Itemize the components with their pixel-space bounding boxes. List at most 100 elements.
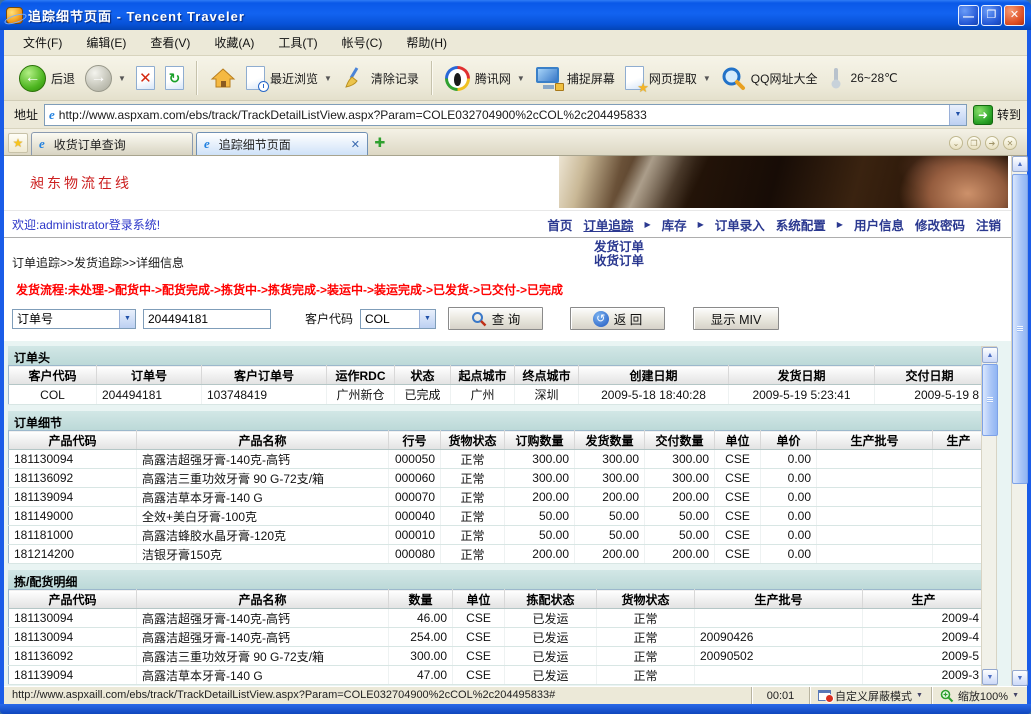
nav-home[interactable]: 首页 — [547, 215, 572, 234]
cell: 50.00 — [575, 507, 645, 526]
cell — [817, 469, 933, 488]
tab-receive-order-query[interactable]: e 收货订单查询 — [31, 132, 193, 155]
chevron-down-icon: ▼ — [1012, 692, 1019, 699]
app-logo-icon — [6, 7, 23, 24]
table-row: 181136092高露洁三重功效牙膏 90 G-72支/箱000060正常300… — [9, 469, 985, 488]
capture-screen-button[interactable]: 捕捉屏幕 — [530, 65, 620, 92]
cell: 181130094 — [9, 628, 137, 647]
query-button[interactable]: 查 询 — [448, 307, 543, 330]
menu-account[interactable]: 帐号(C) — [331, 31, 394, 54]
refresh-icon: ↻ — [165, 66, 184, 90]
nav-logout[interactable]: 注销 — [976, 215, 1001, 234]
cell: 0.00 — [761, 545, 817, 564]
chevron-down-icon: ▼ — [119, 310, 135, 328]
order-field-select[interactable]: 订单号 ▼ — [12, 309, 136, 329]
table-row: 181139094高露洁草本牙膏-140 G000070正常200.00200.… — [9, 488, 985, 507]
zoom-label: 缩放100% — [958, 688, 1008, 704]
cell: 300.00 — [645, 469, 715, 488]
qq-sites-button[interactable]: QQ网址大全 — [716, 64, 823, 93]
cell — [933, 469, 985, 488]
cell: CSE — [715, 545, 761, 564]
column-header: 行号 — [389, 431, 441, 450]
cell: 正常 — [441, 545, 505, 564]
address-dropdown-button[interactable]: ▼ — [949, 105, 966, 125]
tab-close-icon[interactable]: ✕ — [351, 138, 360, 151]
block-mode-control[interactable]: 自定义屏蔽模式 ▼ — [809, 687, 931, 704]
menu-tools[interactable]: 工具(T) — [267, 31, 328, 54]
menu-view[interactable]: 查看(V) — [139, 31, 201, 54]
subnav-shipping-orders[interactable]: 发货订单 — [594, 240, 644, 254]
new-tab-button[interactable]: ✚ — [371, 134, 389, 152]
cell — [933, 488, 985, 507]
stop-button[interactable]: ✕ — [131, 64, 160, 92]
search-toolbar: 订单号 ▼ 客户代码 COL ▼ 查 询 ↺ 返 回 — [4, 296, 1011, 341]
close-button[interactable]: ✕ — [1004, 5, 1025, 26]
cell — [933, 545, 985, 564]
favorites-button[interactable]: ★ — [8, 133, 28, 153]
cell: 300.00 — [389, 647, 453, 666]
address-input[interactable]: e http://www.aspxam.com/ebs/track/TrackD… — [44, 104, 967, 126]
chevron-down-icon: ▼ — [419, 310, 435, 328]
tab-track-detail[interactable]: e 追踪细节页面 ✕ — [196, 132, 368, 155]
nav-system-config[interactable]: 系统配置 — [776, 215, 826, 234]
maximize-button[interactable]: ❐ — [981, 5, 1002, 26]
column-header: 生产 — [863, 590, 985, 609]
arrow-right-icon: ▶ — [698, 220, 704, 229]
chevron-down-icon: ▼ — [703, 74, 711, 83]
query-label: 查 询 — [492, 309, 520, 328]
return-button[interactable]: ↺ 返 回 — [570, 307, 665, 330]
menu-favorites[interactable]: 收藏(A) — [203, 31, 265, 54]
cell: 000070 — [389, 488, 441, 507]
menu-help[interactable]: 帮助(H) — [395, 31, 458, 54]
cell: 广州新仓 — [327, 385, 395, 405]
refresh-button[interactable]: ↻ — [160, 64, 189, 92]
collapse-toolbar-button[interactable]: ⌄ — [949, 136, 963, 150]
scrollbar-thumb[interactable] — [1012, 174, 1028, 484]
nav-order-tracking[interactable]: 订单追踪 — [583, 215, 633, 234]
scroll-down-icon[interactable]: ▼ — [1012, 670, 1028, 686]
order-number-input[interactable] — [143, 309, 271, 329]
zoom-control[interactable]: 缩放100% ▼ — [931, 687, 1027, 704]
table-row: 181130094高露洁超强牙膏-140克-高钙000050正常300.0030… — [9, 450, 985, 469]
scroll-up-icon[interactable]: ▲ — [1012, 156, 1028, 172]
clear-history-button[interactable]: 清除记录 — [337, 64, 424, 92]
close-tabs-button[interactable]: ✕ — [1003, 136, 1017, 150]
subnav-receiving-orders[interactable]: 收货订单 — [594, 254, 644, 268]
tencent-site-button[interactable]: 腾讯网 ▼ — [440, 64, 530, 93]
site-banner: 昶东物流在线 — [4, 156, 1011, 211]
menu-edit[interactable]: 编辑(E) — [75, 31, 137, 54]
home-button[interactable] — [205, 64, 241, 92]
scroll-down-icon[interactable]: ▼ — [982, 669, 998, 685]
scroll-up-icon[interactable]: ▲ — [982, 347, 998, 363]
back-button[interactable]: ← 后退 — [14, 63, 80, 94]
recent-history-button[interactable]: 最近浏览 ▼ — [241, 64, 337, 92]
minimize-button[interactable]: — — [958, 5, 979, 26]
cell: 200.00 — [505, 488, 575, 507]
cell: 高露洁草本牙膏-140 G — [137, 666, 389, 685]
go-button[interactable]: ➜ 转到 — [973, 105, 1021, 125]
scrollbar-thumb[interactable] — [982, 364, 998, 436]
search-icon — [471, 311, 487, 327]
cell: CSE — [715, 450, 761, 469]
nav-order-entry[interactable]: 订单录入 — [715, 215, 765, 234]
show-miv-button[interactable]: 显示 MIV — [693, 307, 779, 330]
order-detail-section-title: 订单细节 — [8, 411, 984, 430]
toolbar-separator — [431, 61, 433, 95]
restore-layout-button[interactable]: ❐ — [967, 136, 981, 150]
column-header: 生产批号 — [817, 431, 933, 450]
inner-scrollbar[interactable]: ▲ ▼ — [981, 346, 997, 686]
window-bottom-border — [0, 704, 1031, 714]
nav-user-info[interactable]: 用户信息 — [854, 215, 904, 234]
go-icon: ➜ — [973, 105, 993, 125]
submenu-row: 发货订单 收货订单 订单追踪>>发货追踪>>详细信息 — [4, 238, 1011, 274]
cell: 300.00 — [505, 450, 575, 469]
customer-code-select[interactable]: COL ▼ — [360, 309, 436, 329]
nav-change-password[interactable]: 修改密码 — [915, 215, 965, 234]
forward-button[interactable]: → ▼ — [80, 63, 131, 94]
menu-file[interactable]: 文件(F) — [12, 31, 73, 54]
nav-inventory[interactable]: 库存 — [662, 215, 687, 234]
page-extract-button[interactable]: ★ 网页提取 ▼ — [620, 64, 716, 92]
cell — [817, 545, 933, 564]
tab-nav-button[interactable]: ➔ — [985, 136, 999, 150]
page-scrollbar[interactable]: ▲ ▼ — [1011, 156, 1027, 686]
